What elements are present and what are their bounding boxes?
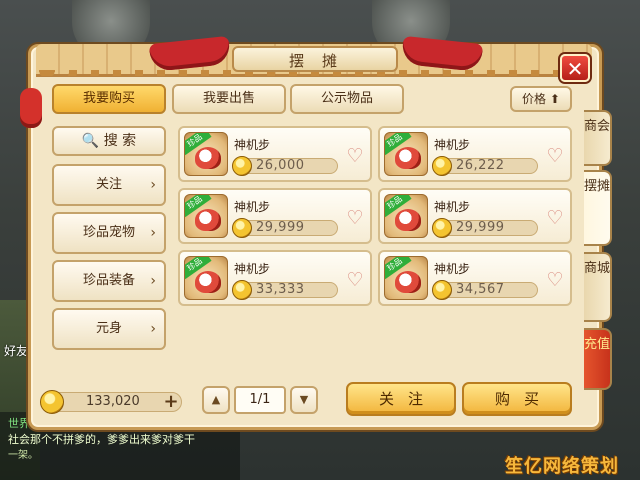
- lantern-icon: [20, 88, 42, 128]
- category-label: 珍品装备: [82, 273, 135, 288]
- player-name-label: 好友: [4, 344, 29, 358]
- item-card[interactable]: 珍品 神机步 33,333 ♡: [178, 250, 372, 306]
- item-price: 33,333: [256, 282, 305, 297]
- item-icon: 珍品: [184, 132, 228, 176]
- item-icon: 珍品: [384, 194, 428, 238]
- boot-icon: [395, 147, 421, 169]
- balance-amount: 133,020: [86, 394, 140, 409]
- item-grid: 珍品 神机步 26,000 ♡ 珍品 神机步 26,222 ♡ 珍品 神机步 2…: [178, 126, 574, 374]
- tab-buy[interactable]: 我要购买: [52, 84, 166, 114]
- page-next-button[interactable]: ▼: [290, 386, 318, 414]
- side-tab-chamber[interactable]: 商会: [584, 110, 612, 166]
- item-price: 34,567: [456, 282, 505, 297]
- category-list: 关注 › 珍品宠物 › 珍品装备 › 元身 ›: [52, 164, 168, 376]
- price-sort-label: 价格: [522, 92, 547, 106]
- item-price: 26,000: [256, 158, 305, 173]
- category-rare-equipment[interactable]: 珍品装备 ›: [52, 260, 166, 302]
- close-button[interactable]: ✕: [560, 54, 590, 82]
- heart-icon[interactable]: ♡: [544, 146, 566, 166]
- coin-icon: [432, 218, 452, 238]
- item-name: 神机步: [434, 262, 471, 276]
- bottom-bar: 133,020 + ▲ 1/1 ▼ 关注 购买: [36, 380, 592, 424]
- item-price: 26,222: [456, 158, 505, 173]
- category-label: 关注: [95, 177, 122, 192]
- heart-icon[interactable]: ♡: [544, 270, 566, 290]
- item-card[interactable]: 珍品 神机步 34,567 ♡: [378, 250, 572, 306]
- boot-icon: [195, 271, 221, 293]
- item-name: 神机步: [434, 200, 471, 214]
- category-rare-pets[interactable]: 珍品宠物 ›: [52, 212, 166, 254]
- side-tab-stall[interactable]: 摆摊: [584, 170, 612, 246]
- price-sort-button[interactable]: 价格 ⬆: [510, 86, 572, 112]
- category-yuanshen[interactable]: 元身 ›: [52, 308, 166, 350]
- item-icon: 珍品: [384, 132, 428, 176]
- item-name: 神机步: [434, 138, 471, 152]
- item-card[interactable]: 珍品 神机步 29,999 ♡: [378, 188, 572, 244]
- heart-icon[interactable]: ♡: [344, 270, 366, 290]
- panel-title: 摆摊: [232, 46, 398, 72]
- coin-icon: [232, 156, 252, 176]
- heart-icon[interactable]: ♡: [544, 208, 566, 228]
- search-button[interactable]: 🔍 搜 索: [52, 126, 166, 156]
- page-indicator: 1/1: [234, 386, 286, 414]
- coin-icon: [432, 280, 452, 300]
- category-label: 元身: [95, 321, 122, 336]
- heart-icon[interactable]: ♡: [344, 208, 366, 228]
- item-name: 神机步: [234, 262, 271, 276]
- side-tab-mall[interactable]: 商城: [584, 252, 612, 322]
- boot-icon: [195, 147, 221, 169]
- chat-message: 社会那个不拼爹的，爹爹出来爹对爹干: [8, 433, 195, 446]
- page-prev-button[interactable]: ▲: [202, 386, 230, 414]
- item-icon: 珍品: [384, 256, 428, 300]
- chevron-right-icon: ›: [150, 225, 156, 241]
- item-card[interactable]: 珍品 神机步 26,000 ♡: [178, 126, 372, 182]
- add-currency-button[interactable]: +: [162, 393, 180, 411]
- item-icon: 珍品: [184, 194, 228, 238]
- coin-icon: [232, 280, 252, 300]
- tab-sell[interactable]: 我要出售: [172, 84, 286, 114]
- chevron-right-icon: ›: [150, 273, 156, 289]
- coin-icon: [432, 156, 452, 176]
- coin-icon: [232, 218, 252, 238]
- category-label: 珍品宠物: [82, 225, 135, 240]
- chat-message: 一架。: [8, 450, 38, 461]
- follow-button[interactable]: 关注: [346, 382, 456, 416]
- buy-button[interactable]: 购买: [462, 382, 572, 416]
- item-card[interactable]: 珍品 神机步 29,999 ♡: [178, 188, 372, 244]
- heart-icon[interactable]: ♡: [344, 146, 366, 166]
- arrow-up-icon: ⬆: [549, 92, 560, 106]
- boot-icon: [395, 209, 421, 231]
- item-icon: 珍品: [184, 256, 228, 300]
- item-name: 神机步: [234, 200, 271, 214]
- category-follow[interactable]: 关注 ›: [52, 164, 166, 206]
- watermark: 笙亿网络策划: [505, 456, 619, 477]
- item-card[interactable]: 珍品 神机步 26,222 ♡: [378, 126, 572, 182]
- tab-public-items[interactable]: 公示物品: [290, 84, 404, 114]
- item-name: 神机步: [234, 138, 271, 152]
- boot-icon: [195, 209, 221, 231]
- item-price: 29,999: [256, 220, 305, 235]
- boot-icon: [395, 271, 421, 293]
- chevron-right-icon: ›: [150, 321, 156, 337]
- chevron-right-icon: ›: [150, 177, 156, 193]
- coin-icon: [40, 390, 64, 414]
- item-price: 29,999: [456, 220, 505, 235]
